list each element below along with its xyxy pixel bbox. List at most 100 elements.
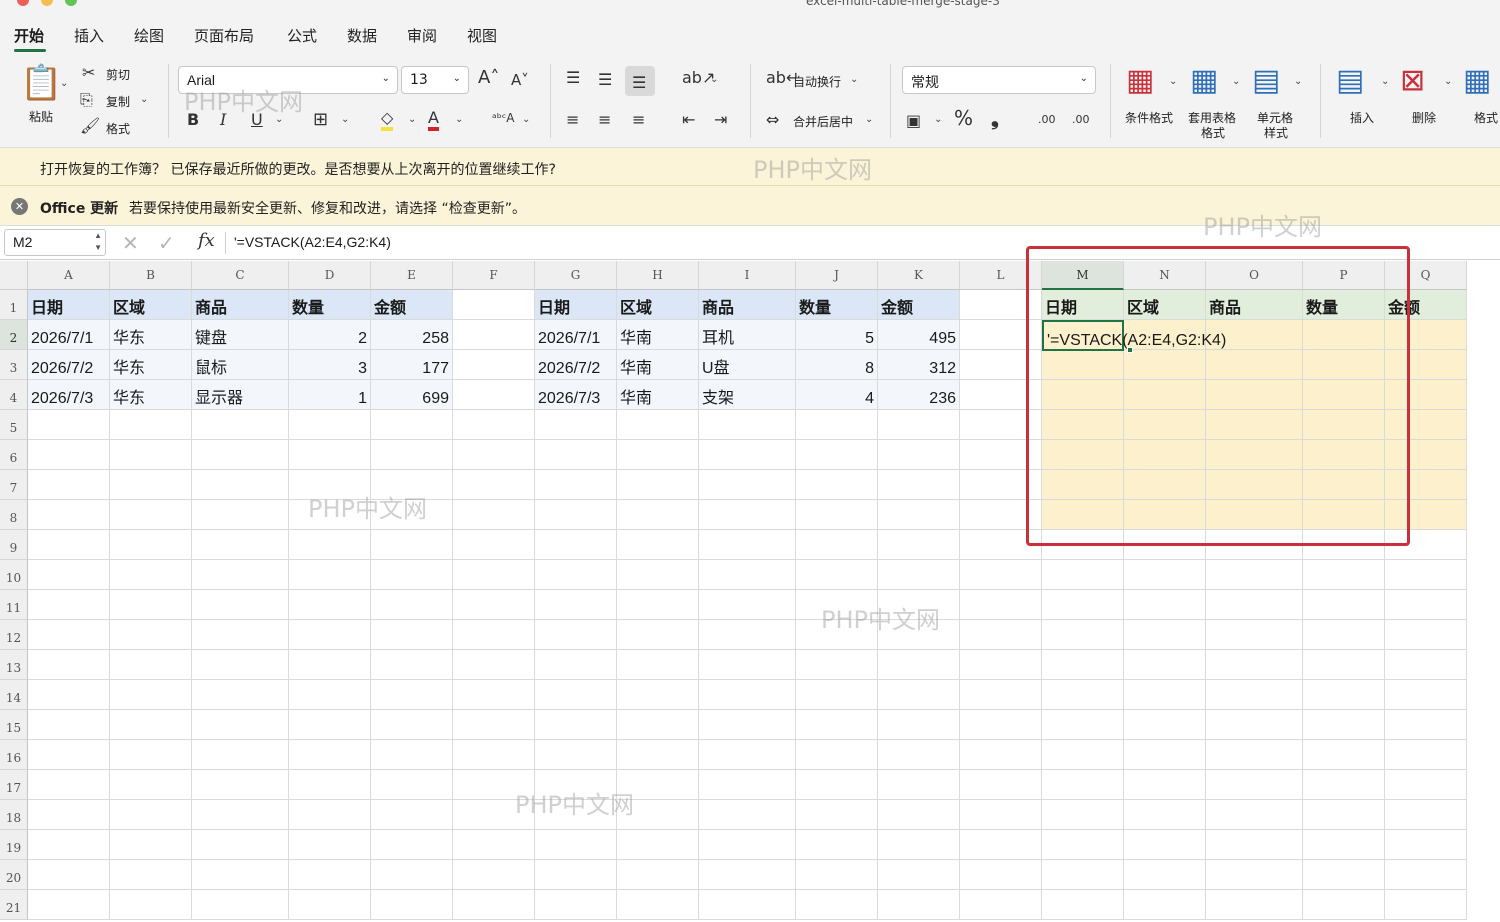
cell[interactable]: [617, 890, 699, 920]
cell[interactable]: [1124, 710, 1206, 740]
cell[interactable]: [192, 440, 289, 470]
cell[interactable]: [699, 500, 796, 530]
cell[interactable]: [878, 710, 960, 740]
column-header-k[interactable]: K: [878, 261, 960, 290]
cell[interactable]: [617, 440, 699, 470]
format-as-table-icon[interactable]: ▦: [1190, 66, 1218, 96]
format-cells-button[interactable]: 格式: [1474, 109, 1498, 126]
header-cell[interactable]: 数量: [796, 290, 878, 320]
cell[interactable]: [1385, 740, 1467, 770]
cell[interactable]: [192, 830, 289, 860]
tab-review[interactable]: 审阅: [407, 25, 437, 46]
conditional-format-icon[interactable]: ▦: [1126, 66, 1154, 96]
align-bottom-button[interactable]: ☰: [625, 66, 655, 96]
cell[interactable]: [878, 530, 960, 560]
cell[interactable]: [535, 860, 617, 890]
align-left-icon[interactable]: ≡: [566, 112, 579, 128]
row-header-8[interactable]: 8: [0, 500, 28, 530]
cell[interactable]: [1042, 560, 1124, 590]
tab-formulas[interactable]: 公式: [287, 25, 317, 46]
cell[interactable]: [1206, 620, 1303, 650]
merge-center-button[interactable]: 合并后居中: [793, 113, 853, 130]
cell[interactable]: [878, 470, 960, 500]
chevron-down-icon[interactable]: ⌄: [1294, 76, 1302, 87]
chevron-down-icon[interactable]: ⌄: [60, 78, 68, 89]
data-cell[interactable]: 5: [796, 320, 878, 350]
row-header-21[interactable]: 21: [0, 890, 28, 920]
cell[interactable]: [289, 830, 371, 860]
chevron-down-icon[interactable]: ⌄: [522, 114, 530, 125]
cell[interactable]: [1303, 830, 1385, 860]
tab-page-layout[interactable]: 页面布局: [194, 25, 254, 46]
cell[interactable]: [1042, 800, 1124, 830]
column-header-h[interactable]: H: [617, 261, 699, 290]
cell[interactable]: [289, 440, 371, 470]
cell[interactable]: [699, 560, 796, 590]
cell[interactable]: [617, 590, 699, 620]
cell[interactable]: [960, 680, 1042, 710]
enter-icon[interactable]: ✓: [158, 231, 175, 255]
cell[interactable]: [617, 500, 699, 530]
cell[interactable]: [453, 650, 535, 680]
column-header-c[interactable]: C: [192, 261, 289, 290]
cell[interactable]: [960, 860, 1042, 890]
cell[interactable]: [453, 350, 535, 380]
cell[interactable]: [192, 530, 289, 560]
cell[interactable]: [371, 440, 453, 470]
header-cell[interactable]: 金额: [371, 290, 453, 320]
borders-icon[interactable]: ⊞: [313, 111, 328, 129]
tab-view[interactable]: 视图: [467, 25, 497, 46]
cell[interactable]: [192, 500, 289, 530]
cell[interactable]: [110, 860, 192, 890]
cell[interactable]: [28, 500, 110, 530]
header-cell[interactable]: 商品: [192, 290, 289, 320]
chevron-down-icon[interactable]: ⌄: [455, 114, 463, 125]
cell[interactable]: [960, 770, 1042, 800]
cell[interactable]: [28, 650, 110, 680]
cell[interactable]: [28, 800, 110, 830]
cell[interactable]: [1303, 710, 1385, 740]
cell[interactable]: [110, 650, 192, 680]
chevron-down-icon[interactable]: ⌄: [934, 114, 942, 125]
cell[interactable]: [371, 800, 453, 830]
cell[interactable]: [1124, 680, 1206, 710]
column-header-a[interactable]: A: [28, 261, 110, 290]
row-header-16[interactable]: 16: [0, 740, 28, 770]
cell[interactable]: [1303, 890, 1385, 920]
data-cell[interactable]: U盘: [699, 350, 796, 380]
header-cell[interactable]: 数量: [289, 290, 371, 320]
cell[interactable]: [453, 500, 535, 530]
cell[interactable]: [1124, 800, 1206, 830]
close-notification-icon[interactable]: ✕: [11, 198, 28, 215]
cell[interactable]: [1385, 800, 1467, 830]
cell[interactable]: [1385, 620, 1467, 650]
cell[interactable]: [796, 740, 878, 770]
cell[interactable]: [617, 650, 699, 680]
cancel-icon[interactable]: ✕: [122, 231, 139, 255]
cell[interactable]: [1042, 890, 1124, 920]
data-cell[interactable]: 华南: [617, 350, 699, 380]
cell[interactable]: [699, 800, 796, 830]
cell[interactable]: [28, 710, 110, 740]
data-cell[interactable]: 2026/7/1: [28, 320, 110, 350]
cell[interactable]: [371, 410, 453, 440]
cell[interactable]: [878, 770, 960, 800]
cell[interactable]: [371, 740, 453, 770]
cell[interactable]: [110, 620, 192, 650]
cell-styles-icon[interactable]: ▤: [1252, 66, 1280, 96]
cell[interactable]: [1385, 770, 1467, 800]
cell[interactable]: [796, 680, 878, 710]
cell[interactable]: [1042, 620, 1124, 650]
cell[interactable]: [796, 830, 878, 860]
cut-button[interactable]: 剪切: [106, 66, 130, 83]
cell[interactable]: [453, 470, 535, 500]
cell[interactable]: [960, 830, 1042, 860]
cell[interactable]: [1042, 860, 1124, 890]
stepper-icon[interactable]: ▲ ▼: [94, 230, 102, 254]
cell[interactable]: [28, 440, 110, 470]
cell[interactable]: [1124, 860, 1206, 890]
paste-button[interactable]: 粘贴: [29, 108, 53, 125]
cell[interactable]: [192, 560, 289, 590]
cell[interactable]: [453, 410, 535, 440]
cell[interactable]: [28, 770, 110, 800]
